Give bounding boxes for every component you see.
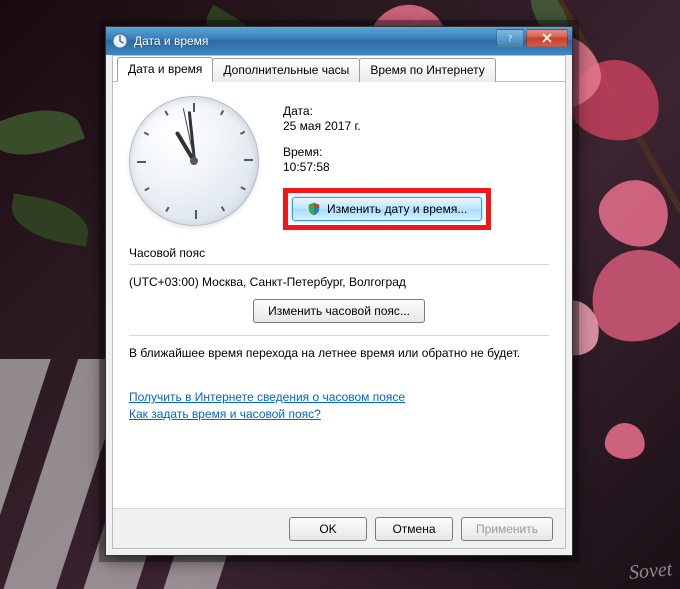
- ok-button[interactable]: OK: [289, 517, 367, 541]
- help-button[interactable]: ?: [496, 29, 524, 47]
- date-label: Дата:: [283, 104, 549, 118]
- tab-additional-clocks[interactable]: Дополнительные часы: [212, 58, 360, 82]
- divider: [129, 335, 549, 336]
- svg-text:?: ?: [508, 34, 512, 44]
- titlebar[interactable]: Дата и время ?: [106, 27, 572, 55]
- tab-label: Время по Интернету: [370, 63, 484, 77]
- date-time-dialog: Дата и время ? Дата и время Дополнительн…: [105, 26, 573, 556]
- button-label: Изменить часовой пояс...: [268, 304, 410, 318]
- timezone-value: (UTC+03:00) Москва, Санкт-Петербург, Вол…: [129, 275, 549, 289]
- clock-app-icon: [112, 33, 128, 49]
- uac-shield-icon: [307, 202, 321, 216]
- tab-label: Дата и время: [128, 62, 202, 76]
- watermark: Sovet: [628, 558, 673, 585]
- button-label: OK: [319, 522, 336, 536]
- time-label: Время:: [283, 145, 549, 159]
- cancel-button[interactable]: Отмена: [375, 517, 453, 541]
- change-date-time-button[interactable]: Изменить дату и время...: [292, 197, 482, 221]
- date-value: 25 мая 2017 г.: [283, 119, 549, 133]
- dialog-footer: OK Отмена Применить: [113, 508, 565, 548]
- apply-button[interactable]: Применить: [461, 517, 553, 541]
- analog-clock: [129, 96, 259, 226]
- client-area: Дата и время Дополнительные часы Время п…: [112, 55, 566, 549]
- tab-panel: Дата: 25 мая 2017 г. Время: 10:57:58 Изм…: [113, 82, 565, 434]
- close-button[interactable]: [526, 29, 568, 47]
- dst-note: В ближайшее время перехода на летнее вре…: [129, 346, 549, 360]
- timezone-info-link[interactable]: Получить в Интернете сведения о часовом …: [129, 390, 549, 404]
- tab-internet-time[interactable]: Время по Интернету: [359, 58, 495, 82]
- button-label: Применить: [476, 522, 538, 536]
- window-title: Дата и время: [134, 34, 208, 48]
- timezone-section-label: Часовой пояс: [129, 246, 549, 260]
- change-timezone-button[interactable]: Изменить часовой пояс...: [253, 299, 425, 323]
- tabstrip: Дата и время Дополнительные часы Время п…: [113, 56, 565, 82]
- button-label: Изменить дату и время...: [327, 202, 467, 216]
- divider: [129, 264, 549, 265]
- howto-link[interactable]: Как задать время и часовой пояс?: [129, 407, 549, 421]
- button-label: Отмена: [392, 522, 435, 536]
- highlight-annotation: Изменить дату и время...: [283, 188, 491, 230]
- time-value: 10:57:58: [283, 160, 549, 174]
- tab-date-time[interactable]: Дата и время: [117, 57, 213, 82]
- tab-label: Дополнительные часы: [223, 63, 349, 77]
